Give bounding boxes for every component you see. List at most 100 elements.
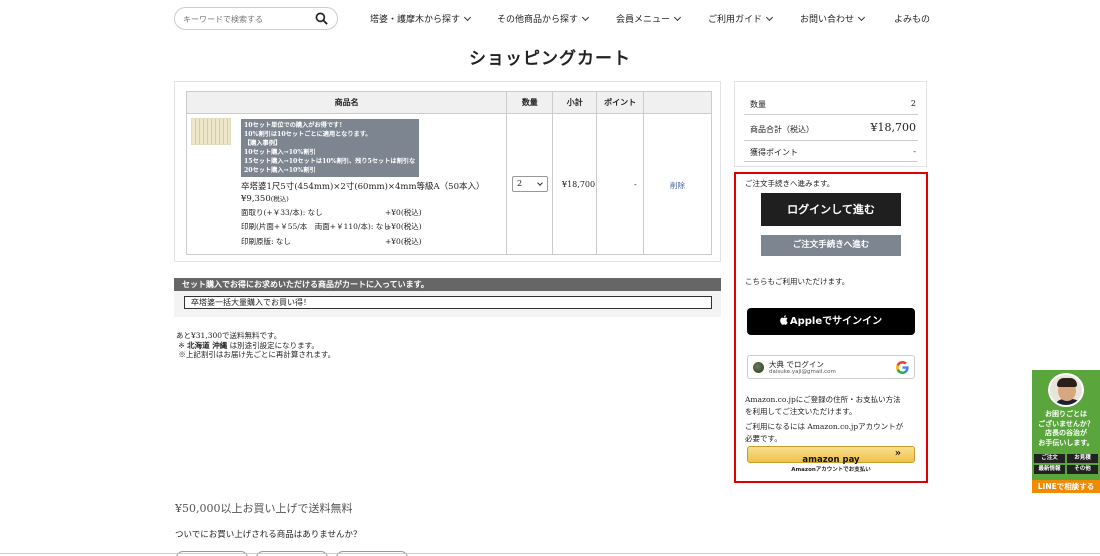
amazon-pay-button[interactable]: amazon pay » [747,446,915,465]
order-summary: 数量 2 商品合計（税込） ¥18,700 獲得ポイント - [734,81,927,167]
nav-label: 会員メニュー [616,15,671,25]
note-regions: 北海道 沖縄 [187,340,228,350]
proceed-order-button[interactable]: ご注文手続きへ進む [761,235,901,256]
product-thumbnail[interactable] [191,118,231,145]
col-points: ポイント [596,91,645,114]
note-text: ※上記割引はお届け先ごとに再計算されます。 [178,350,336,359]
chevron-down-icon [673,13,682,22]
chevron-down-icon [537,180,543,186]
nav-member-menu[interactable]: 会員メニュー [616,12,682,25]
col-qty: 数量 [506,91,554,114]
option-label: 面取り(+￥33/本): なし [241,208,323,217]
summary-label: 獲得ポイント [750,148,798,157]
google-signin-button[interactable]: 大典 でログイン daisuke.yaji@gmail.com [747,355,915,379]
set-offer-box: 卒塔婆一括大量購入でお買い得！ [174,291,721,317]
amazon-info-line: 必要です。 [745,434,782,443]
nav-label: お問い合わせ [800,15,855,25]
search-input[interactable] [183,12,313,26]
shipping-notes: あと¥31,300で送料無料です。 ※ 北海道 沖縄 は別途引設定になります。 … [176,331,335,360]
product-name[interactable]: 卒塔婆1尺5寸(454mm)×2寸(60mm)×4mm等級A（50本入） [241,180,485,192]
widget-cell-order[interactable]: ご注文 [1034,454,1065,463]
col-subtotal: 小計 [552,91,598,114]
set-offer-heading: セット購入でお得にお求めいただける商品がカートに入っています。 [174,278,721,291]
note-rest: は別途引設定になります。 [229,340,319,350]
widget-line: お困りごとは [1045,410,1087,418]
divider [0,553,1100,554]
quantity-value: 2 [517,179,523,188]
apple-button-label: Appleでサインイン [789,316,883,327]
amazon-pay-caption: Amazonアカウントでお支払い [791,467,871,473]
line-consult-widget[interactable]: お困りごとは ございませんか？ 店長の谷治が お手伝いします。 ご注文 お見積 … [1032,370,1100,493]
banner-line: 20セット購入→10%割引 [244,167,316,174]
chevron-down-icon [857,13,866,22]
nav-label: よみもの [894,15,931,25]
option-value: +¥0(税込) [385,208,422,217]
summary-label: 商品合計（税込） [750,125,814,134]
chevron-down-icon [765,13,774,22]
line-points: - [634,180,637,189]
price-tax-label: (税込) [270,195,289,203]
note-line: ※ 北海道 沖縄 は別途引設定になります。 [176,341,335,351]
login-proceed-button[interactable]: ログインして進む [761,193,901,226]
chevron-down-icon [463,13,472,22]
amazon-pay-logo: amazon pay [802,455,860,465]
search-box[interactable] [174,7,338,30]
summary-value: ¥18,700 [870,121,917,134]
product-price: ¥9,350(税込) [241,193,289,204]
delete-link[interactable]: 削除 [670,180,685,191]
widget-cell-estimate[interactable]: お見積 [1067,454,1098,463]
note-line: あと¥31,300で送料無料です。 [176,331,282,340]
amazon-info-line: ご利用になるには Amazon.co.jpアカウントが [745,422,904,431]
amazon-info-line: を利用してご注文いただけます。 [745,407,857,416]
line-consult-button[interactable]: LINEで相談する [1032,480,1100,493]
price-value: ¥9,350 [241,194,271,204]
nav-toba[interactable]: 塔婆・護摩木から探す [370,12,472,25]
summary-value: - [913,147,916,156]
chevron-down-icon [581,13,590,22]
banner-line: 10セット単位での購入がお得です！ [244,122,346,129]
nav-other-products[interactable]: その他商品から探す [497,12,590,25]
note-prefix: ※ [178,340,185,350]
widget-line: お手伝いします。 [1038,438,1094,447]
store-manager-photo [1048,373,1084,407]
table-header-row: 商品名 数量 小計 ポイント [185,91,712,114]
photo-hair [1057,378,1077,387]
banner-line: 10セット購入→10%割引 [244,149,316,156]
checkout-panel: ご注文手続きへ進みます。 ログインして進む ご注文手続きへ進む こちらもご利用い… [734,172,928,483]
suggest-heading: ついでにお買い上げされる商品はありませんか？ [175,530,362,540]
nav-contact[interactable]: お問い合わせ [800,12,866,25]
summary-value: 2 [910,99,916,108]
banner-line: 10%割引は10セットごとに適用となります。 [244,131,372,138]
summary-total-row: 商品合計（税込） ¥18,700 [744,115,918,141]
also-available-text: こちらもご利用いただけます。 [745,277,850,286]
summary-points-row: 獲得ポイント - [744,141,918,162]
free-shipping-text: ¥50,000以上お買い上げで送料無料 [175,502,353,515]
line-subtotal: ¥18,700 [562,180,596,189]
widget-message: お困りごとは ございませんか？ 店長の谷治が お手伝いします。 [1032,410,1100,448]
search-icon[interactable] [315,12,328,25]
nav-label: ご利用ガイド [708,15,763,25]
col-product: 商品名 [185,91,508,114]
widget-cell-news[interactable]: 最新情報 [1034,465,1065,474]
option-value: +¥0(税込) [385,222,422,231]
nav-reading[interactable]: よみもの [894,12,930,25]
apple-icon [780,315,788,325]
double-chevron-right-icon: » [894,448,901,459]
banner-line: 15セット購入→10セットは10%割引、残り5セットは割引なし [244,158,416,165]
widget-line: ございませんか？ [1038,419,1094,428]
col-action [643,91,712,114]
apple-signin-button[interactable]: Appleでサインイン [747,308,915,335]
note-line: ※上記割引はお届け先ごとに再計算されます。 [176,350,335,360]
nav-guide[interactable]: ご利用ガイド [708,12,774,25]
option-label: 印刷(片面+￥55/本 両面+￥110/本): なし [241,222,391,231]
quantity-select[interactable]: 2 [512,176,548,192]
checkout-intro: ご注文手続きへ進みます。 [745,179,835,188]
amazon-info-line: Amazon.co.jpにご登録の住所・お支払い方法 [745,395,901,404]
summary-qty-row: 数量 2 [744,91,918,115]
site-header: 塔婆・護摩木から探す その他商品から探す 会員メニュー ご利用ガイド お問い合わ… [0,0,1100,38]
cart-box: 商品名 数量 小計 ポイント 10セット単位での購入がお得です！ 10%割引は1… [174,81,721,262]
option-label: 印刷原版: なし [241,237,291,246]
widget-cell-other[interactable]: その他 [1067,465,1098,474]
option-value: +¥0(税込) [385,237,422,246]
set-offer-link[interactable]: 卒塔婆一括大量購入でお買い得！ [184,296,712,309]
